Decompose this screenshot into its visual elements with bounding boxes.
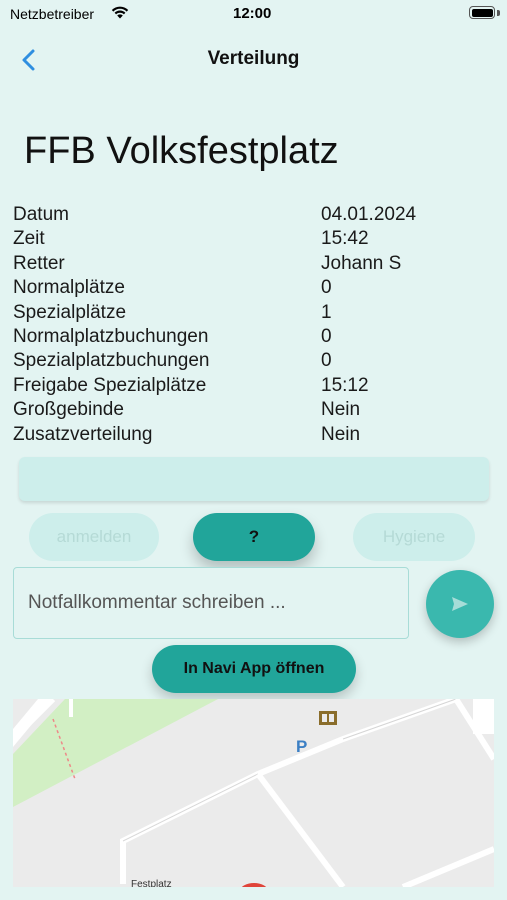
battery-tip bbox=[497, 10, 500, 16]
detail-row-normal-slots: Normalplätze 0 bbox=[13, 277, 493, 301]
detail-label: Freigabe Spezialplätze bbox=[13, 374, 207, 396]
detail-label: Spezialplatzbuchungen bbox=[13, 350, 210, 372]
detail-label: Retter bbox=[13, 252, 65, 274]
detail-row-special-release: Freigabe Spezialplätze 15:12 bbox=[13, 375, 493, 399]
hygiene-button[interactable]: Hygiene bbox=[353, 513, 475, 561]
map-drawing: P bbox=[13, 699, 494, 887]
detail-row-rescuer: Retter Johann S bbox=[13, 253, 493, 277]
nav-title: Verteilung bbox=[207, 48, 300, 69]
send-button[interactable] bbox=[426, 570, 494, 638]
detail-label: Großgebinde bbox=[13, 399, 124, 421]
detail-row-extra-distribution: Zusatzverteilung Nein bbox=[13, 424, 493, 448]
parking-symbol: P bbox=[296, 737, 307, 756]
detail-value: 0 bbox=[321, 325, 332, 347]
battery-icon bbox=[469, 6, 495, 19]
send-icon bbox=[452, 597, 468, 611]
navigation-bar: Verteilung bbox=[0, 40, 507, 80]
detail-row-bulk-containers: Großgebinde Nein bbox=[13, 399, 493, 423]
page-title: FFB Volksfestplatz bbox=[24, 130, 339, 172]
emergency-comment-input[interactable] bbox=[13, 567, 409, 639]
detail-label: Spezialplätze bbox=[13, 301, 127, 323]
detail-row-special-bookings: Spezialplatzbuchungen 0 bbox=[13, 350, 493, 374]
open-navi-app-button[interactable]: In Navi App öffnen bbox=[152, 645, 356, 693]
cinema-icon bbox=[319, 711, 337, 725]
detail-label: Normalplätze bbox=[13, 277, 125, 299]
detail-value: 15:12 bbox=[321, 374, 369, 396]
details-list: Datum 04.01.2024 Zeit 15:42 Retter Johan… bbox=[13, 204, 493, 448]
detail-label: Datum bbox=[13, 204, 69, 225]
status-bar: Netzbetreiber 12:00 bbox=[0, 0, 507, 28]
detail-row-date: Datum 04.01.2024 bbox=[13, 204, 493, 228]
detail-value: 15:42 bbox=[321, 228, 369, 250]
detail-value: Nein bbox=[321, 423, 361, 445]
help-button[interactable]: ? bbox=[193, 513, 315, 561]
clock: 12:00 bbox=[233, 5, 272, 22]
detail-value: 1 bbox=[321, 301, 332, 323]
detail-value: 04.01.2024 bbox=[321, 204, 417, 225]
detail-value: 0 bbox=[321, 350, 332, 372]
detail-label: Zeit bbox=[13, 228, 45, 250]
carrier-name: Netzbetreiber bbox=[10, 6, 95, 22]
wifi-icon bbox=[111, 6, 129, 19]
register-button[interactable]: anmelden bbox=[29, 513, 159, 561]
detail-label: Normalplatzbuchungen bbox=[13, 325, 209, 347]
detail-row-normal-bookings: Normalplatzbuchungen 0 bbox=[13, 326, 493, 350]
detail-value: 0 bbox=[321, 277, 332, 299]
detail-row-time: Zeit 15:42 bbox=[13, 228, 493, 252]
detail-value: Nein bbox=[321, 399, 361, 421]
map-place-label: Festplatz bbox=[131, 879, 172, 887]
detail-value: Johann S bbox=[321, 252, 402, 274]
info-field bbox=[19, 457, 489, 501]
detail-row-special-slots: Spezialplätze 1 bbox=[13, 302, 493, 326]
detail-label: Zusatzverteilung bbox=[13, 423, 153, 445]
map-view[interactable]: P Festplatz bbox=[13, 699, 494, 887]
